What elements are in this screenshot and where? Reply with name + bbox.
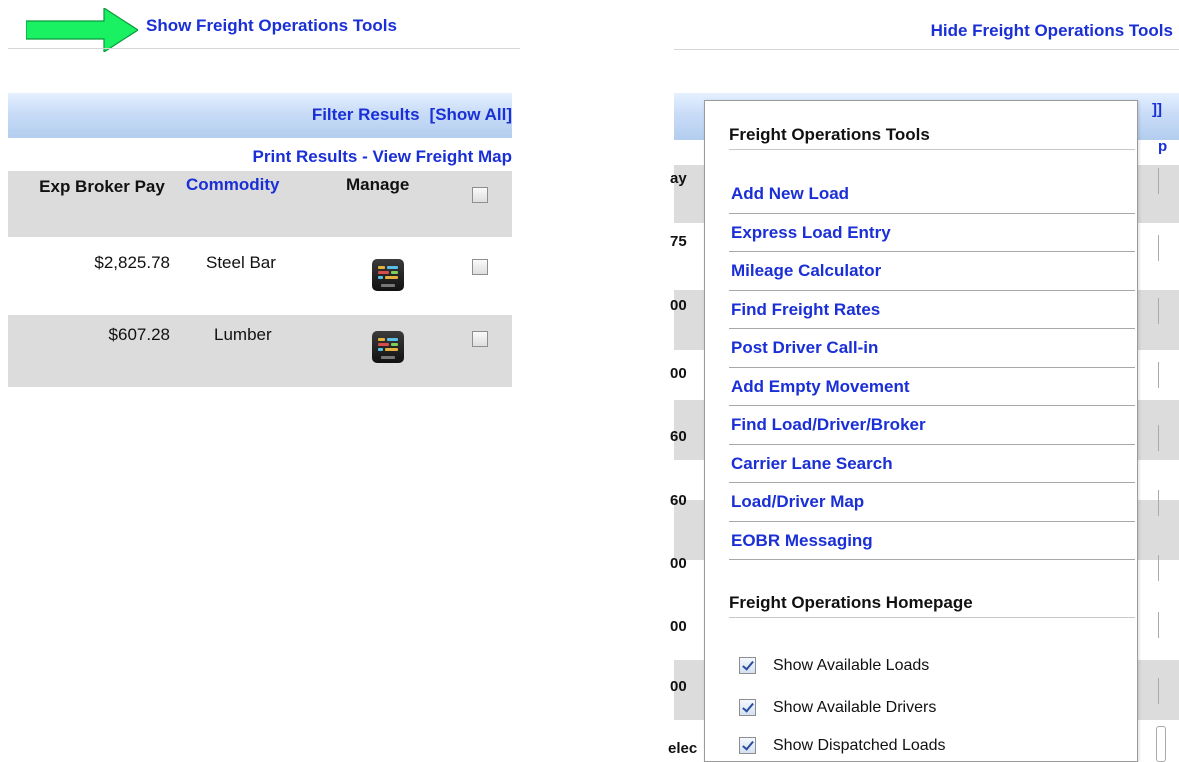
background-text-fragment: 00 [670, 618, 687, 635]
cell-exp-broker-pay: $2,825.78 [94, 253, 170, 272]
menu-item-mileage-calculator: Mileage Calculator [729, 252, 1135, 291]
background-text-fragment: 60 [670, 428, 687, 445]
show-all-link[interactable]: [Show All] [430, 105, 512, 124]
background-select-edge [1156, 726, 1166, 762]
menu-item-add-new-load: Add New Load [729, 175, 1135, 214]
background-checkbox-edge [1158, 235, 1159, 261]
background-checkbox-edge [1158, 425, 1159, 451]
background-text-fragment: 00 [670, 555, 687, 572]
divider [729, 617, 1135, 618]
add-empty-movement-link[interactable]: Add Empty Movement [731, 377, 910, 397]
column-commodity-sort-link[interactable]: Commodity [186, 175, 280, 195]
background-checkbox-edge [1158, 490, 1159, 516]
background-checkbox-edge [1158, 678, 1159, 704]
show-available-loads-checkbox[interactable] [739, 657, 756, 674]
right-panel: Hide Freight Operations Tools ]] p ay 75… [668, 0, 1179, 762]
row-select-checkbox[interactable] [472, 331, 488, 347]
results-table: Filter Results [Show All] Print Results -… [8, 93, 512, 387]
filter-results-link[interactable]: Filter Results [312, 105, 420, 124]
menu-item-express-load-entry: Express Load Entry [729, 214, 1135, 252]
hide-freight-tools-link[interactable]: Hide Freight Operations Tools [931, 21, 1173, 41]
menu-item-find-load-driver-broker: Find Load/Driver/Broker [729, 406, 1135, 445]
post-driver-call-in-link[interactable]: Post Driver Call-in [731, 338, 878, 358]
divider [729, 149, 1135, 150]
background-checkbox-edge [1158, 168, 1159, 194]
background-text-fragment: ay [670, 170, 687, 187]
menu-item-post-driver-call-in: Post Driver Call-in [729, 329, 1135, 368]
menu-item-find-freight-rates: Find Freight Rates [729, 291, 1135, 329]
background-text-fragment: 75 [670, 233, 687, 250]
green-arrow-icon [26, 8, 138, 52]
homepage-section-title: Freight Operations Homepage [729, 593, 973, 612]
column-manage: Manage [346, 175, 410, 194]
manage-load-icon[interactable] [372, 331, 404, 363]
show-freight-tools-link[interactable]: Show Freight Operations Tools [146, 16, 397, 36]
table-header: Exp Broker Pay Commodity Manage [8, 171, 512, 237]
carrier-lane-search-link[interactable]: Carrier Lane Search [731, 454, 893, 474]
background-checkbox-edge [1158, 298, 1159, 324]
add-new-load-link[interactable]: Add New Load [731, 184, 849, 204]
background-text-fragment: p [1158, 138, 1168, 155]
column-exp-broker-pay: Exp Broker Pay [39, 177, 165, 196]
row-select-checkbox[interactable] [472, 259, 488, 275]
checkbox-label: Show Available Loads [773, 657, 930, 674]
checkbox-label: Show Available Drivers [773, 699, 937, 716]
cell-commodity: Lumber [214, 325, 272, 344]
mileage-calculator-link[interactable]: Mileage Calculator [731, 261, 881, 281]
table-row: $607.28 Lumber [8, 315, 512, 387]
print-results-link[interactable]: Print Results [253, 147, 358, 166]
find-freight-rates-link[interactable]: Find Freight Rates [731, 300, 880, 320]
background-text-fragment: 00 [670, 365, 687, 382]
eobr-messaging-link[interactable]: EOBR Messaging [731, 531, 873, 551]
cell-commodity: Steel Bar [206, 253, 276, 272]
background-checkbox-edge [1158, 362, 1159, 388]
menu-item-eobr-messaging: EOBR Messaging [729, 522, 1135, 560]
background-text-fragment: ]] [1152, 101, 1162, 118]
menu-item-add-empty-movement: Add Empty Movement [729, 368, 1135, 406]
background-text-fragment: 60 [670, 492, 687, 509]
background-checkbox-edge [1158, 555, 1159, 581]
find-load-driver-broker-link[interactable]: Find Load/Driver/Broker [731, 415, 926, 435]
print-map-line: Print Results - View Freight Map [253, 147, 512, 167]
load-driver-map-link[interactable]: Load/Driver Map [731, 492, 864, 512]
filter-bar: Filter Results [Show All] [8, 93, 512, 138]
background-text-fragment: 00 [670, 678, 687, 695]
show-dispatched-loads-checkbox[interactable] [739, 737, 756, 754]
table-row: $2,825.78 Steel Bar [8, 243, 512, 315]
express-load-entry-link[interactable]: Express Load Entry [731, 223, 891, 243]
popup-title: Freight Operations Tools [729, 125, 930, 144]
freight-tools-popup: Freight Operations Tools Add New Load Ex… [704, 100, 1138, 762]
separator: - [357, 147, 373, 166]
manage-load-icon[interactable] [372, 259, 404, 291]
divider [674, 49, 1179, 50]
tools-menu: Add New Load Express Load Entry Mileage … [729, 175, 1135, 560]
show-available-drivers-checkbox[interactable] [739, 699, 756, 716]
cell-exp-broker-pay: $607.28 [108, 325, 170, 344]
menu-item-load-driver-map: Load/Driver Map [729, 483, 1135, 522]
background-text-fragment: elec [668, 740, 698, 757]
menu-item-carrier-lane-search: Carrier Lane Search [729, 445, 1135, 483]
left-panel: Show Freight Operations Tools Filter Res… [0, 0, 520, 400]
background-checkbox-edge [1158, 612, 1159, 638]
divider [8, 48, 520, 49]
background-text-fragment: 00 [670, 297, 687, 314]
checkbox-label: Show Dispatched Loads [773, 737, 946, 754]
select-all-checkbox[interactable] [472, 187, 488, 203]
view-freight-map-link[interactable]: View Freight Map [373, 147, 513, 166]
